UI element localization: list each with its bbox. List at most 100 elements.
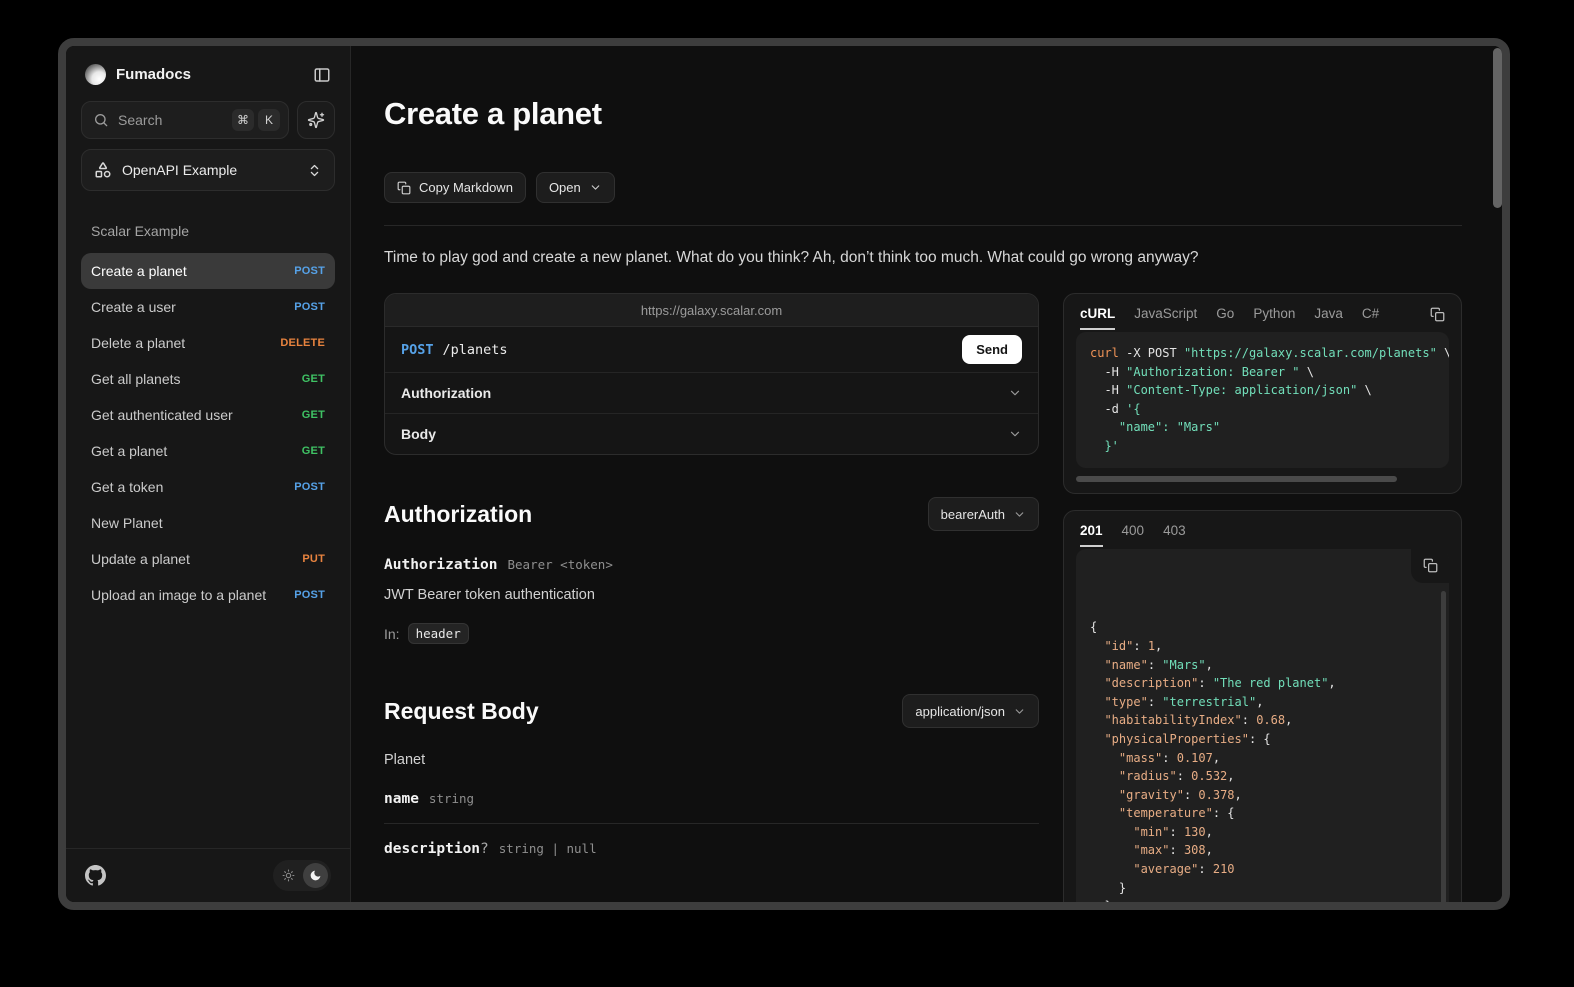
code-sample-panel: cURL JavaScript Go Python Java C# curl -X POS… — [1063, 293, 1462, 494]
sidebar-item[interactable]: Create a planet POST — [81, 253, 335, 289]
code-line: "type": "terrestrial", — [1090, 693, 1435, 712]
code-line: "average": 210 — [1090, 860, 1435, 879]
code-horizontal-scrollbar[interactable] — [1076, 476, 1397, 482]
lang-tab-java[interactable]: Java — [1314, 306, 1343, 330]
code-line: "gravity": 0.378, — [1090, 786, 1435, 805]
app-window: Fumadocs Search ⌘ K — [58, 38, 1510, 910]
code-sample-tabs: cURL JavaScript Go Python Java C# — [1080, 306, 1379, 330]
sidebar-item[interactable]: Upload an image to a planetPOST — [81, 577, 335, 613]
method-badge: POST — [294, 265, 325, 277]
sidebar: Fumadocs Search ⌘ K — [66, 46, 351, 902]
sidebar-item-label: New Planet — [91, 515, 163, 531]
field-row: namestring — [384, 774, 1039, 823]
lang-tab-javascript[interactable]: JavaScript — [1134, 306, 1197, 330]
sidebar-controls: Search ⌘ K — [81, 101, 335, 139]
chevron-down-icon — [589, 181, 602, 194]
sidebar-item[interactable]: Get a tokenPOST — [81, 469, 335, 505]
open-label: Open — [549, 180, 581, 195]
open-button[interactable]: Open — [536, 172, 615, 203]
sidebar-item[interactable]: Get all planetsGET — [81, 361, 335, 397]
response-copy-button[interactable] — [1411, 549, 1449, 583]
sidebar-item-label: Delete a planet — [91, 335, 185, 351]
status-tab-403[interactable]: 403 — [1163, 523, 1186, 547]
theme-light-button[interactable] — [276, 863, 301, 888]
response-vertical-scrollbar[interactable] — [1441, 591, 1446, 902]
sidebar-item-label: Get authenticated user — [91, 407, 233, 423]
sidebar-item-label: Get a planet — [91, 443, 167, 459]
send-button[interactable]: Send — [962, 335, 1022, 364]
ai-search-button[interactable] — [297, 101, 335, 139]
page-actions: Copy Markdown Open — [384, 172, 1462, 203]
chevron-down-icon — [1008, 386, 1022, 400]
method-badge: PUT — [302, 553, 325, 565]
copy-markdown-label: Copy Markdown — [419, 180, 513, 195]
code-line: "radius": 0.532, — [1090, 767, 1435, 786]
sidebar-item[interactable]: Update a planetPUT — [81, 541, 335, 577]
chevron-down-icon — [1008, 427, 1022, 441]
auth-scheme-select[interactable]: bearerAuth — [928, 497, 1039, 531]
sidebar-item[interactable]: Create a userPOST — [81, 289, 335, 325]
moon-icon — [309, 869, 322, 882]
auth-param-name: Authorization — [384, 557, 498, 573]
lang-tab-go[interactable]: Go — [1216, 306, 1234, 330]
shapes-icon — [94, 161, 112, 179]
sidebar-item[interactable]: Get a planet GET — [81, 433, 335, 469]
code-line: -H "Content-Type: application/json" \ — [1090, 381, 1435, 400]
sidebar-header: Fumadocs — [81, 62, 335, 101]
code-line: "temperature": { — [1090, 804, 1435, 823]
copy-markdown-button[interactable]: Copy Markdown — [384, 172, 526, 203]
api-playground: https://galaxy.scalar.com POST /planets … — [384, 293, 1039, 455]
method-badge: POST — [294, 301, 325, 313]
request-body-fields: namestringdescription?string | null — [384, 774, 1039, 873]
request-body-heading: Request Body — [384, 698, 539, 725]
status-tab-400[interactable]: 400 — [1122, 523, 1145, 547]
status-tab-201[interactable]: 201 — [1080, 523, 1103, 547]
github-link[interactable] — [85, 865, 106, 886]
field-type: string — [429, 791, 474, 806]
sidebar-item-label: Upload an image to a planet — [91, 587, 266, 603]
search-placeholder: Search — [118, 112, 162, 128]
theme-dark-button[interactable] — [303, 863, 328, 888]
code-line: }, — [1090, 897, 1435, 902]
chevron-down-icon — [1013, 705, 1026, 718]
playground-authorization-section[interactable]: Authorization — [385, 372, 1038, 413]
playground-body-section[interactable]: Body — [385, 413, 1038, 454]
sidebar-item[interactable]: Delete a planetDELETE — [81, 325, 335, 361]
auth-param-type: Bearer <token> — [508, 557, 613, 572]
method-badge: GET — [302, 445, 325, 457]
pg-body-label: Body — [401, 426, 436, 442]
copy-icon — [1430, 307, 1445, 322]
base-url: https://galaxy.scalar.com — [385, 294, 1038, 327]
copy-icon — [397, 181, 411, 195]
sidebar-nav-section: Scalar Example Create a planetPOSTCreate… — [81, 219, 335, 848]
field-name: description — [384, 841, 480, 857]
code-copy-button[interactable] — [1430, 307, 1445, 329]
sidebar-item[interactable]: Get authenticated user GET — [81, 397, 335, 433]
pg-auth-label: Authorization — [401, 385, 491, 401]
sidebar-item[interactable]: New Planet — [81, 505, 335, 541]
sidebar-item-label: Create a planet — [91, 263, 187, 279]
lang-tab-python[interactable]: Python — [1253, 306, 1295, 330]
search-shortcut: ⌘ K — [232, 109, 280, 131]
sparkles-icon — [307, 111, 325, 129]
field-row: description?string | null — [384, 824, 1039, 873]
method-badge: GET — [302, 409, 325, 421]
workspace-select[interactable]: OpenAPI Example — [81, 149, 335, 191]
response-code: { "id": 1, "name": "Mars", "description"… — [1090, 618, 1435, 902]
search-input[interactable]: Search ⌘ K — [81, 101, 289, 139]
content-type-select[interactable]: application/json — [902, 694, 1039, 728]
lang-tab-c#[interactable]: C# — [1362, 306, 1379, 330]
code-line: { — [1090, 618, 1435, 637]
code-line: "mass": 0.107, — [1090, 749, 1435, 768]
window-scrollbar[interactable] — [1493, 48, 1502, 208]
workspace-label: OpenAPI Example — [122, 162, 237, 178]
in-label: In: — [384, 626, 400, 642]
lang-tab-curl[interactable]: cURL — [1080, 306, 1115, 330]
main-content: Create a planet Copy Markdown Open Time … — [351, 46, 1502, 902]
sidebar-toggle-button[interactable] — [313, 66, 331, 84]
code-line: "id": 1, — [1090, 637, 1435, 656]
in-value-chip: header — [408, 623, 469, 644]
chevron-down-icon — [1013, 508, 1026, 521]
code-sample-block: curl -X POST "https://galaxy.scalar.com/… — [1076, 332, 1449, 468]
sidebar-nav: Create a planetPOSTCreate a userPOSTDele… — [81, 253, 335, 613]
